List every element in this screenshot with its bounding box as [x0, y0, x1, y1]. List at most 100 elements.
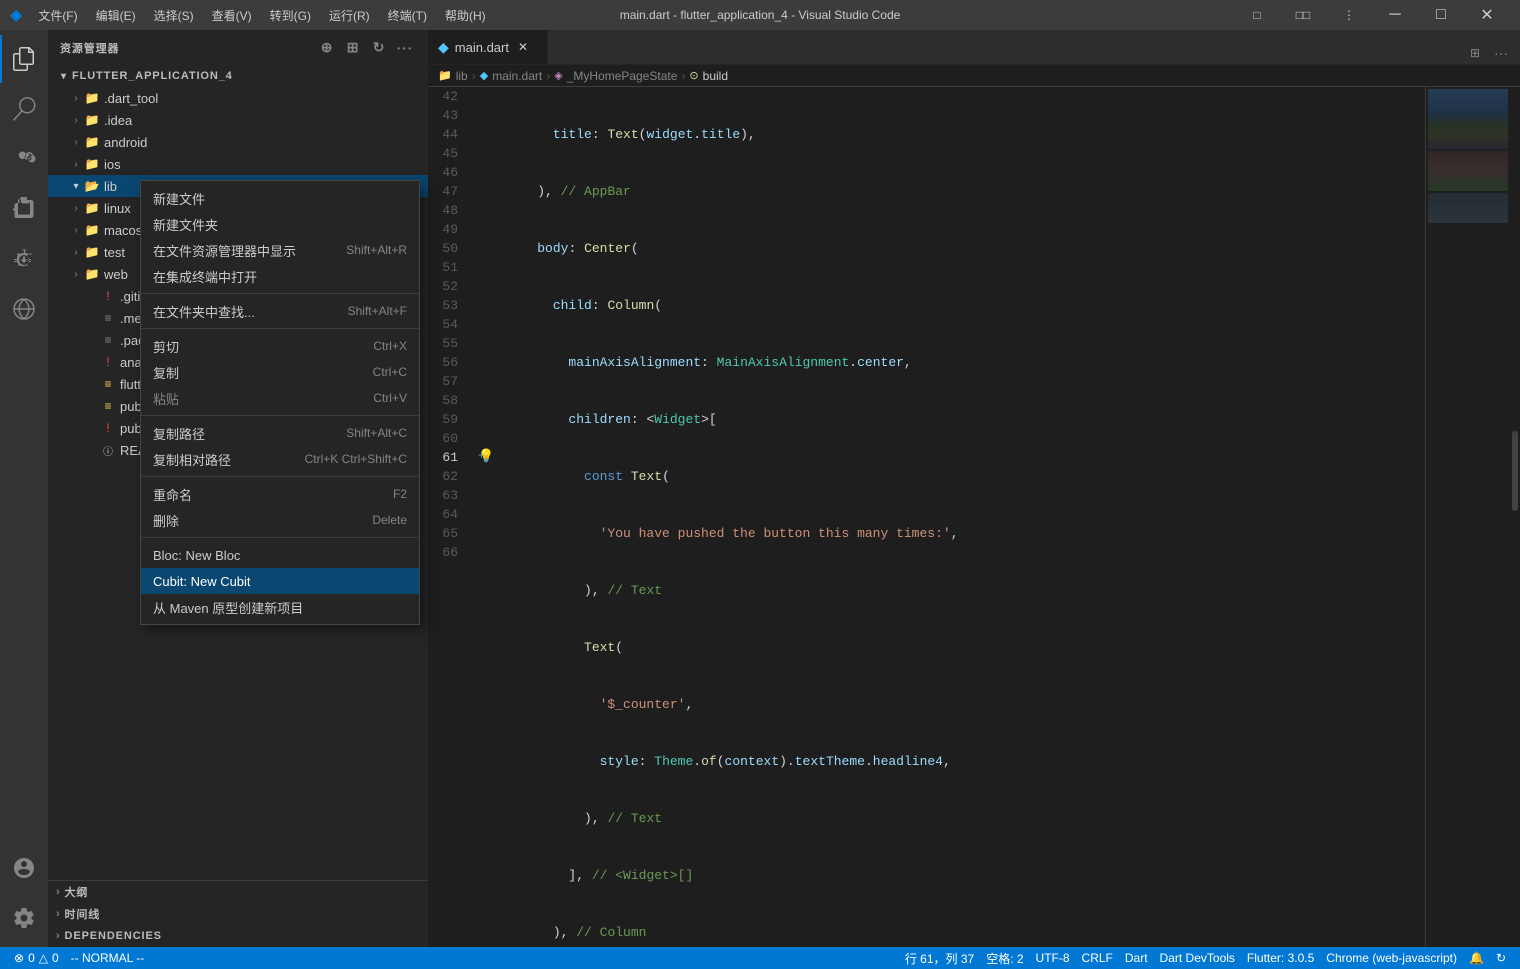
layout-btn-1[interactable]: □	[1234, 0, 1280, 30]
ctx-cubit-new[interactable]: Cubit: New Cubit	[141, 568, 419, 594]
scrollbar-thumb[interactable]	[1512, 431, 1518, 511]
close-btn[interactable]: ✕	[1464, 0, 1510, 30]
menu-edit[interactable]: 编辑(E)	[88, 5, 144, 26]
status-dart-devtools[interactable]: Dart DevTools	[1154, 947, 1241, 969]
refresh-btn[interactable]: ↻	[368, 37, 390, 59]
window-title: main.dart - flutter_application_4 - Visu…	[620, 8, 901, 22]
ctx-copy[interactable]: 复制 Ctrl+C	[141, 359, 419, 385]
new-folder-btn[interactable]: ⊞	[342, 37, 364, 59]
tab-filename: main.dart	[455, 40, 509, 55]
ctx-new-folder[interactable]: 新建文件夹	[141, 211, 419, 237]
macos-label: macos	[104, 223, 142, 238]
tab-main-dart[interactable]: ◆ main.dart ✕	[428, 30, 548, 64]
pubspec2-icon: !	[100, 420, 116, 436]
menu-goto[interactable]: 转到(G)	[262, 5, 319, 26]
dart-tool-label: .dart_tool	[104, 91, 158, 106]
section-dependencies[interactable]: › DEPENDENCIES	[48, 925, 428, 947]
code-content[interactable]: title: Text(widget.title), ), // AppBar …	[498, 87, 1425, 947]
breadcrumb-class[interactable]: ◈ _MyHomePageState	[554, 69, 677, 83]
activity-extensions[interactable]	[0, 185, 48, 233]
ctx-new-file[interactable]: 新建文件	[141, 185, 419, 211]
breadcrumb-method[interactable]: ⊙ build	[689, 69, 728, 83]
status-eol[interactable]: CRLF	[1076, 947, 1119, 969]
status-encoding[interactable]: UTF-8	[1030, 947, 1076, 969]
activity-debug[interactable]	[0, 235, 48, 283]
status-spaces[interactable]: 空格: 2	[980, 947, 1029, 969]
activity-explorer[interactable]	[0, 35, 48, 83]
ctx-reveal-in-explorer[interactable]: 在文件资源管理器中显示 Shift+Alt+R	[141, 237, 419, 263]
breadcrumb-class-label: _MyHomePageState	[567, 69, 678, 83]
split-editor-btn[interactable]: ⊞	[1464, 42, 1486, 64]
ctx-paste[interactable]: 粘贴 Ctrl+V	[141, 385, 419, 411]
window-controls: □ □□ ⋮ ─ □ ✕	[1234, 0, 1510, 30]
menu-run[interactable]: 运行(R)	[321, 5, 378, 26]
menu-select[interactable]: 选择(S)	[146, 5, 202, 26]
tree-root[interactable]: ▾ FLUTTER_APPLICATION_4	[48, 65, 428, 87]
status-platform[interactable]: Chrome (web-javascript)	[1320, 947, 1463, 969]
code-line-56: ), // Column	[506, 923, 1425, 942]
status-icon-bell[interactable]: 🔔	[1463, 947, 1490, 969]
more-actions-btn[interactable]: ···	[394, 37, 416, 59]
ln-57: 57	[428, 372, 470, 391]
activity-search[interactable]	[0, 85, 48, 133]
tab-close-btn[interactable]: ✕	[515, 39, 531, 55]
minimize-btn[interactable]: ─	[1372, 0, 1418, 30]
ctx-copy-relative-path[interactable]: 复制相对路径 Ctrl+K Ctrl+Shift+C	[141, 446, 419, 472]
menu-help[interactable]: 帮助(H)	[437, 5, 494, 26]
status-flutter-version[interactable]: Flutter: 3.0.5	[1241, 947, 1320, 969]
ctx-cut[interactable]: 剪切 Ctrl+X	[141, 333, 419, 359]
section-outline[interactable]: › 大纲	[48, 881, 428, 903]
lib-arrow: ▾	[68, 178, 84, 194]
new-file-btn[interactable]: ⊕	[316, 37, 338, 59]
code-editor[interactable]: 42 43 44 45 46 47 48 49 50 51 52 53 54 5…	[428, 87, 1425, 947]
menu-terminal[interactable]: 终端(T)	[380, 5, 435, 26]
ios-folder-icon: 📁	[84, 156, 100, 172]
code-line-45: child: Column(	[506, 296, 1425, 315]
ln-47: 47	[428, 182, 470, 201]
activity-settings[interactable]	[0, 894, 48, 942]
ctx-find-in-folder[interactable]: 在文件夹中查找... Shift+Alt+F	[141, 298, 419, 324]
section-timeline[interactable]: › 时间线	[48, 903, 428, 925]
activity-account[interactable]	[0, 844, 48, 892]
breadcrumb-file[interactable]: ◆ main.dart	[480, 69, 543, 83]
status-vim-mode[interactable]: -- NORMAL --	[65, 947, 151, 969]
tree-item-dart-tool[interactable]: › 📁 .dart_tool	[48, 87, 428, 109]
ctx-rename[interactable]: 重命名 F2	[141, 481, 419, 507]
web-arrow: ›	[68, 266, 84, 282]
ctx-bloc-new[interactable]: Bloc: New Bloc	[141, 542, 419, 568]
tree-item-idea[interactable]: › 📁 .idea	[48, 109, 428, 131]
breadcrumb-class-icon: ◈	[554, 69, 562, 82]
status-line-col[interactable]: 行 61，列 37	[899, 947, 980, 969]
layout-btn-3[interactable]: ⋮	[1326, 0, 1372, 30]
macos-arrow: ›	[68, 222, 84, 238]
editor-area: ◆ main.dart ✕ ⊞ ··· 📁 lib › ◆ main.dart …	[428, 30, 1520, 947]
ctx-open-terminal[interactable]: 在集成终端中打开	[141, 263, 419, 289]
activity-source-control[interactable]	[0, 135, 48, 183]
ctx-copy-path[interactable]: 复制路径 Shift+Alt+C	[141, 420, 419, 446]
menu-file[interactable]: 文件(F)	[30, 5, 85, 26]
breadcrumb-lib[interactable]: 📁 lib	[438, 69, 468, 83]
tree-item-ios[interactable]: › 📁 ios	[48, 153, 428, 175]
more-tabs-btn[interactable]: ···	[1490, 42, 1512, 64]
vertical-scrollbar[interactable]	[1510, 87, 1520, 947]
ctx-maven-new[interactable]: 从 Maven 原型创建新项目	[141, 594, 419, 620]
ctx-delete[interactable]: 删除 Delete	[141, 507, 419, 533]
layout-btn-2[interactable]: □□	[1280, 0, 1326, 30]
status-flutter-label: Flutter: 3.0.5	[1247, 951, 1314, 965]
linux-folder-icon: 📁	[84, 200, 100, 216]
activity-remote[interactable]	[0, 285, 48, 333]
idea-folder-icon: 📁	[84, 112, 100, 128]
status-language[interactable]: Dart	[1119, 947, 1154, 969]
tree-item-android[interactable]: › 📁 android	[48, 131, 428, 153]
ln-43: 43	[428, 106, 470, 125]
menu-view[interactable]: 查看(V)	[204, 5, 260, 26]
lightbulb-icon[interactable]: 💡	[478, 448, 494, 464]
activity-bottom-group	[0, 844, 48, 947]
maximize-btn[interactable]: □	[1418, 0, 1464, 30]
status-errors[interactable]: ⊗ 0 △ 0	[8, 947, 65, 969]
status-icon-sync[interactable]: ↻	[1490, 947, 1512, 969]
linux-arrow: ›	[68, 200, 84, 216]
status-warning-count: 0	[52, 951, 59, 965]
breadcrumb-sep-3: ›	[681, 69, 685, 83]
editor-with-minimap: 42 43 44 45 46 47 48 49 50 51 52 53 54 5…	[428, 87, 1520, 947]
